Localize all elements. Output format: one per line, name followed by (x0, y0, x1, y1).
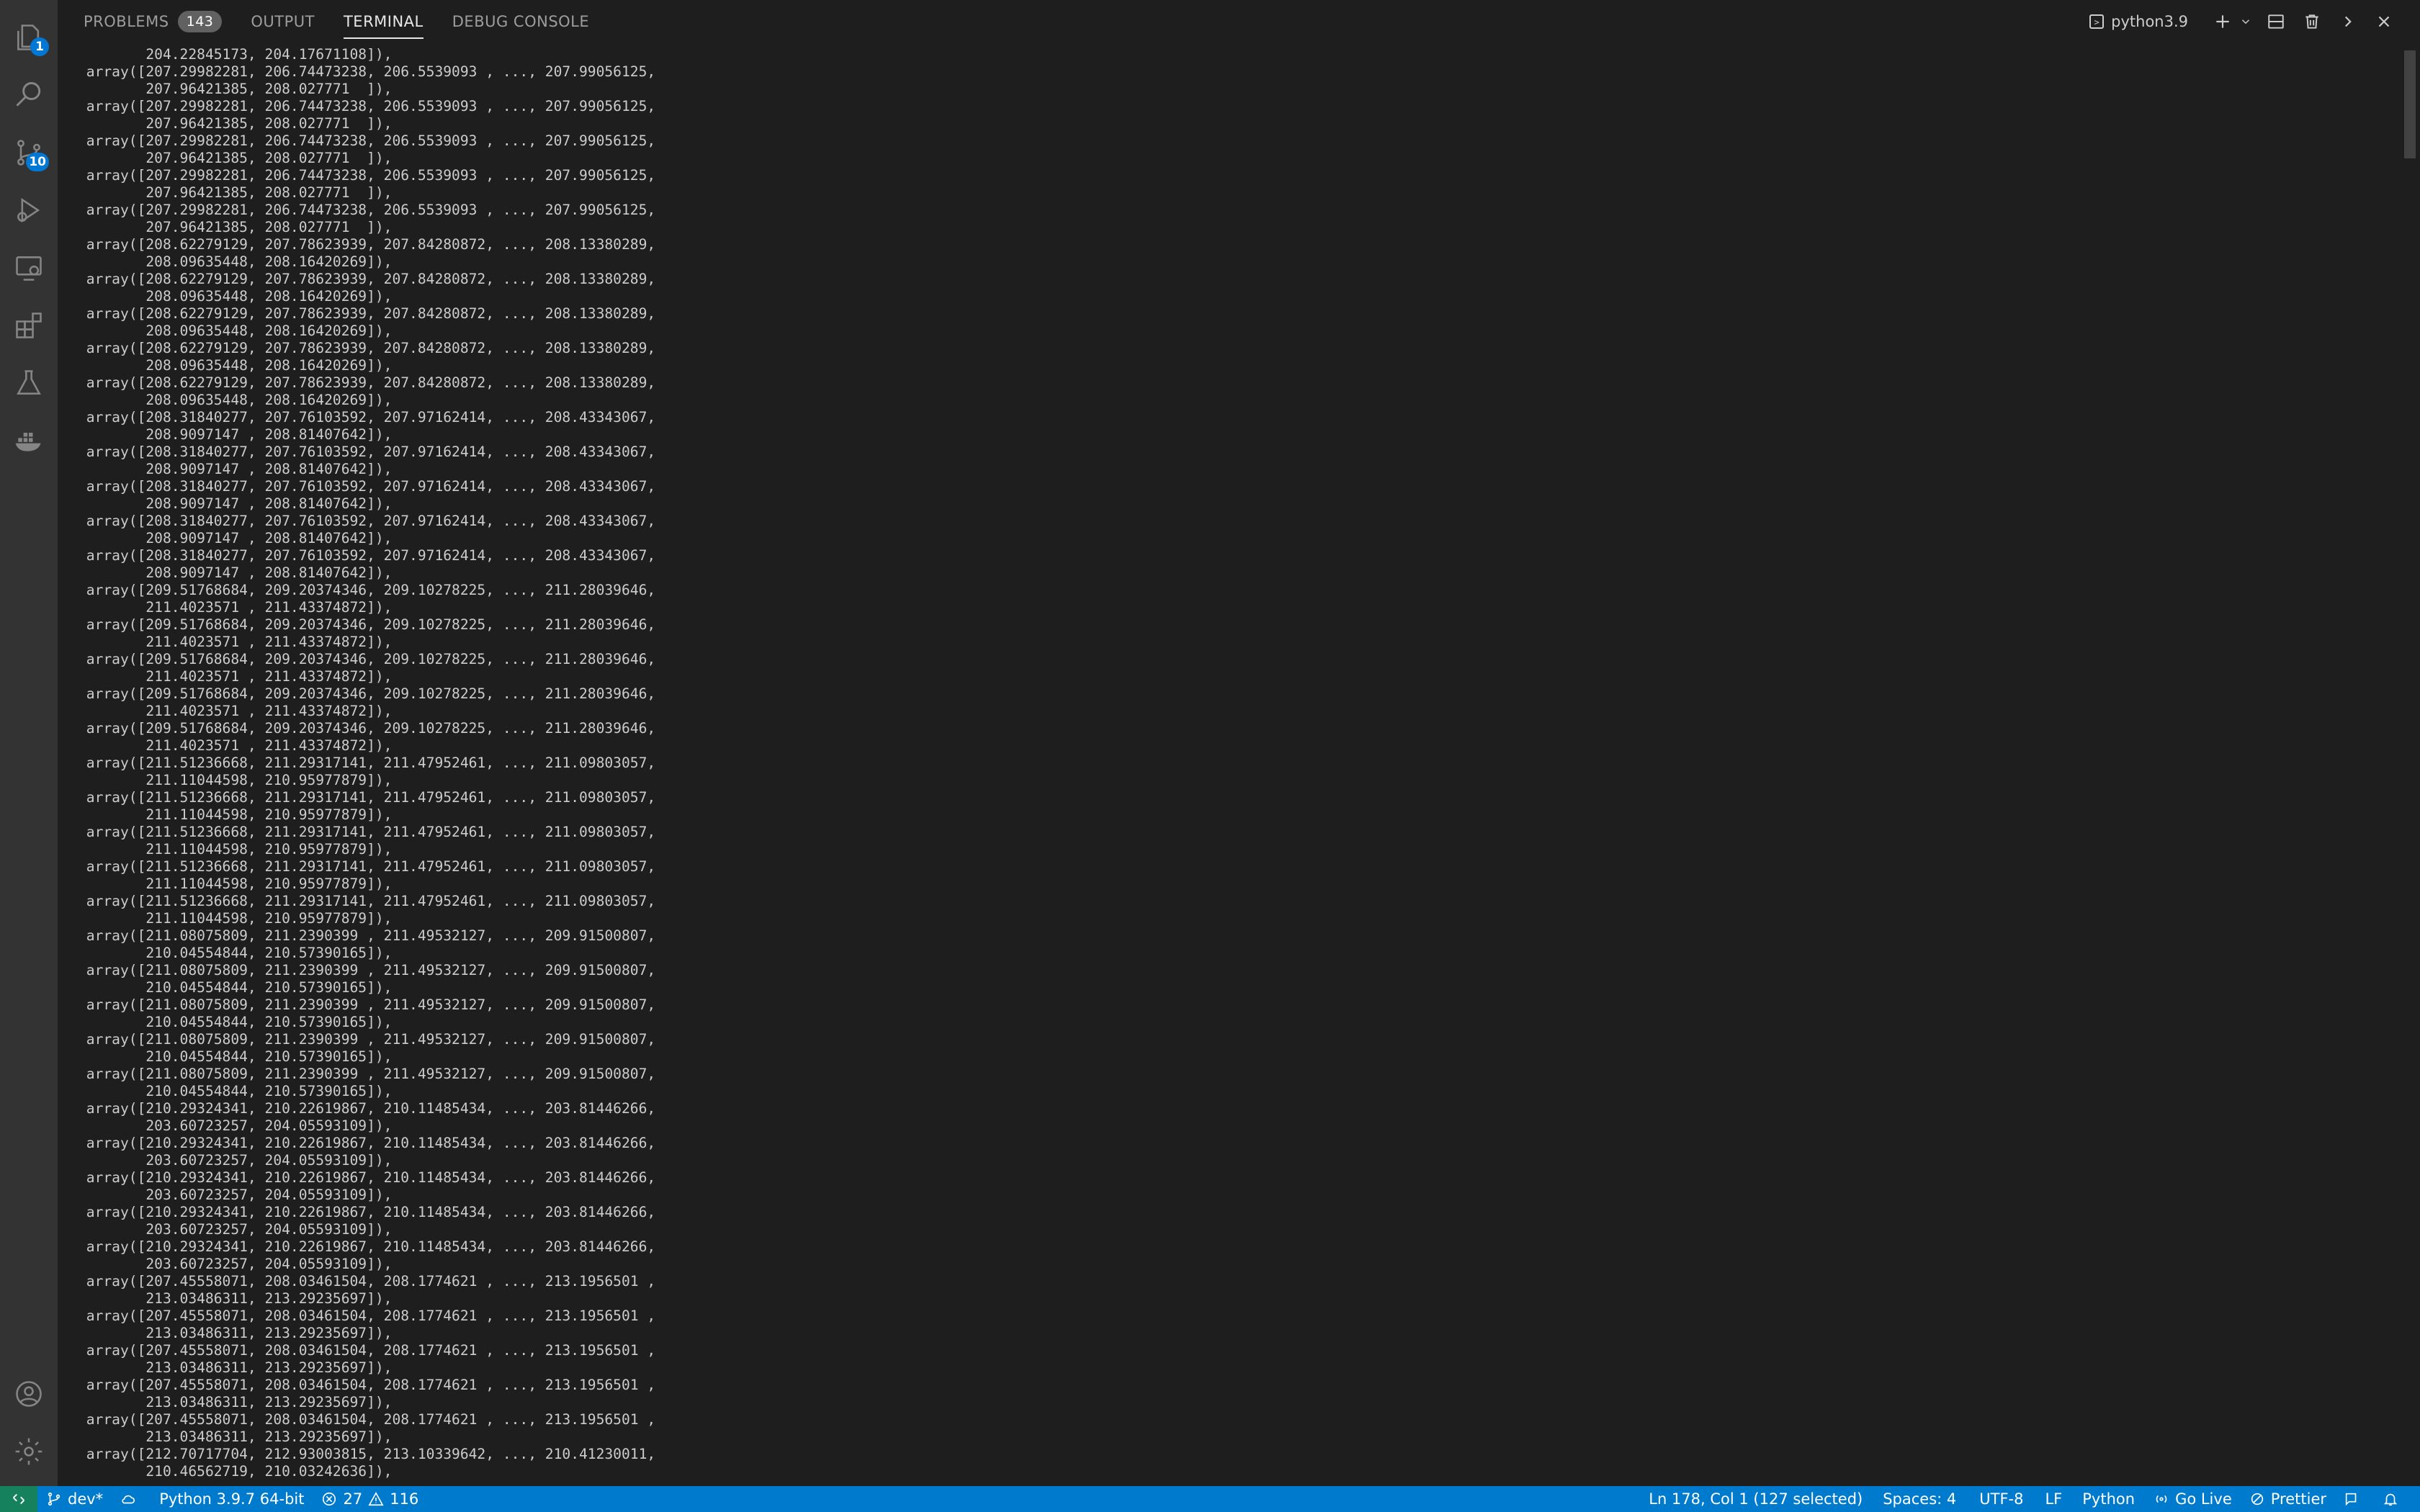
explorer-icon[interactable]: 1 (0, 9, 58, 66)
panel-actions: > python3.9 (2089, 0, 2420, 43)
feedback-icon (2345, 1493, 2357, 1506)
branch-indicator[interactable]: dev* (37, 1486, 112, 1512)
activity-bar: 1 10 (0, 0, 58, 1486)
terminal-text: 204.22845173, 204.17671108]), array([207… (86, 46, 656, 1480)
tab-label: PROBLEMS (84, 13, 169, 30)
run-debug-icon[interactable] (0, 181, 58, 239)
source-control-icon[interactable]: 10 (0, 124, 58, 181)
problems-count-badge: 143 (177, 11, 223, 32)
remote-explorer-icon[interactable] (0, 239, 58, 297)
error-icon (323, 1492, 336, 1506)
gear-icon[interactable] (0, 1423, 58, 1480)
encoding[interactable]: UTF-8 (1968, 1486, 2035, 1512)
python-interpreter[interactable]: Python 3.9.7 64-bit (151, 1486, 313, 1512)
bell-icon (2383, 1493, 2398, 1506)
terminal-name: python3.9 (2111, 13, 2188, 30)
terminal-icon: > (2089, 14, 2105, 29)
cursor-position[interactable]: Ln 178, Col 1 (127 selected) (1640, 1486, 1871, 1512)
branch-icon (48, 1492, 60, 1506)
testing-icon[interactable] (0, 354, 58, 412)
prettier-icon (2251, 1493, 2263, 1506)
tab-label: OUTPUT (251, 13, 315, 30)
eol-label: LF (2045, 1490, 2063, 1508)
remote-indicator[interactable] (0, 1486, 37, 1512)
extensions-icon[interactable] (0, 297, 58, 354)
tab-label: DEBUG CONSOLE (452, 13, 590, 30)
terminal-output[interactable]: 204.22845173, 204.17671108]), array([207… (58, 43, 2396, 1485)
explorer-badge: 1 (30, 37, 49, 56)
account-icon[interactable] (0, 1365, 58, 1423)
chevron-down-icon[interactable] (2237, 7, 2254, 36)
go-live-label: Go Live (2175, 1490, 2232, 1508)
feedback-button[interactable] (2335, 1486, 2374, 1512)
status-bar-right: Ln 178, Col 1 (127 selected) Spaces: 4 U… (1640, 1486, 2420, 1512)
tab-terminal[interactable]: TERMINAL (343, 0, 424, 43)
remote-icon (13, 1493, 24, 1505)
error-count: 27 (343, 1490, 363, 1508)
sync-indicator[interactable] (112, 1486, 151, 1512)
close-icon[interactable] (2370, 7, 2398, 36)
language-label: Python (2082, 1490, 2136, 1508)
tab-problems[interactable]: PROBLEMS 143 (84, 0, 223, 43)
panel-tabs: PROBLEMS 143 OUTPUT TERMINAL DEBUG CONSO… (58, 0, 618, 43)
add-terminal-icon[interactable] (2208, 7, 2237, 36)
indentation[interactable]: Spaces: 4 (1871, 1486, 1968, 1512)
terminal-selector[interactable]: > python3.9 (2089, 13, 2188, 30)
chevron-right-icon[interactable] (2334, 7, 2362, 36)
cloud-icon (122, 1495, 135, 1504)
problems-indicator[interactable]: 27 116 (313, 1486, 427, 1512)
prettier-button[interactable]: Prettier (2241, 1486, 2335, 1512)
go-live-button[interactable]: Go Live (2145, 1486, 2241, 1512)
docker-icon[interactable] (0, 412, 58, 469)
notifications-button[interactable] (2374, 1486, 2413, 1512)
branch-name: dev* (68, 1490, 104, 1508)
tab-label: TERMINAL (343, 13, 424, 30)
warning-icon (368, 1492, 384, 1506)
end-of-line[interactable]: LF (2035, 1486, 2072, 1512)
indentation-label: Spaces: 4 (1883, 1490, 1957, 1508)
warning-count: 116 (390, 1490, 419, 1508)
interpreter-label: Python 3.9.7 64-bit (159, 1490, 305, 1508)
source-control-badge: 10 (26, 153, 49, 171)
prettier-label: Prettier (2270, 1490, 2326, 1508)
terminal-scrollbar[interactable] (2396, 43, 2420, 1486)
trash-icon[interactable] (2298, 7, 2326, 36)
cursor-position-label: Ln 178, Col 1 (127 selected) (1649, 1490, 1863, 1508)
panel-header: PROBLEMS 143 OUTPUT TERMINAL DEBUG CONSO… (58, 0, 2420, 43)
tab-debug-console[interactable]: DEBUG CONSOLE (452, 0, 589, 43)
scrollbar-thumb[interactable] (2404, 50, 2416, 158)
split-terminal-icon[interactable] (2262, 7, 2290, 36)
search-icon[interactable] (0, 66, 58, 124)
tab-output[interactable]: OUTPUT (251, 0, 315, 43)
encoding-label: UTF-8 (1979, 1490, 2024, 1508)
status-bar: dev* Python 3.9.7 64-bit 27 116 Ln 178, … (0, 1486, 2420, 1512)
language-mode[interactable]: Python (2072, 1486, 2145, 1512)
broadcast-icon (2156, 1495, 2167, 1503)
